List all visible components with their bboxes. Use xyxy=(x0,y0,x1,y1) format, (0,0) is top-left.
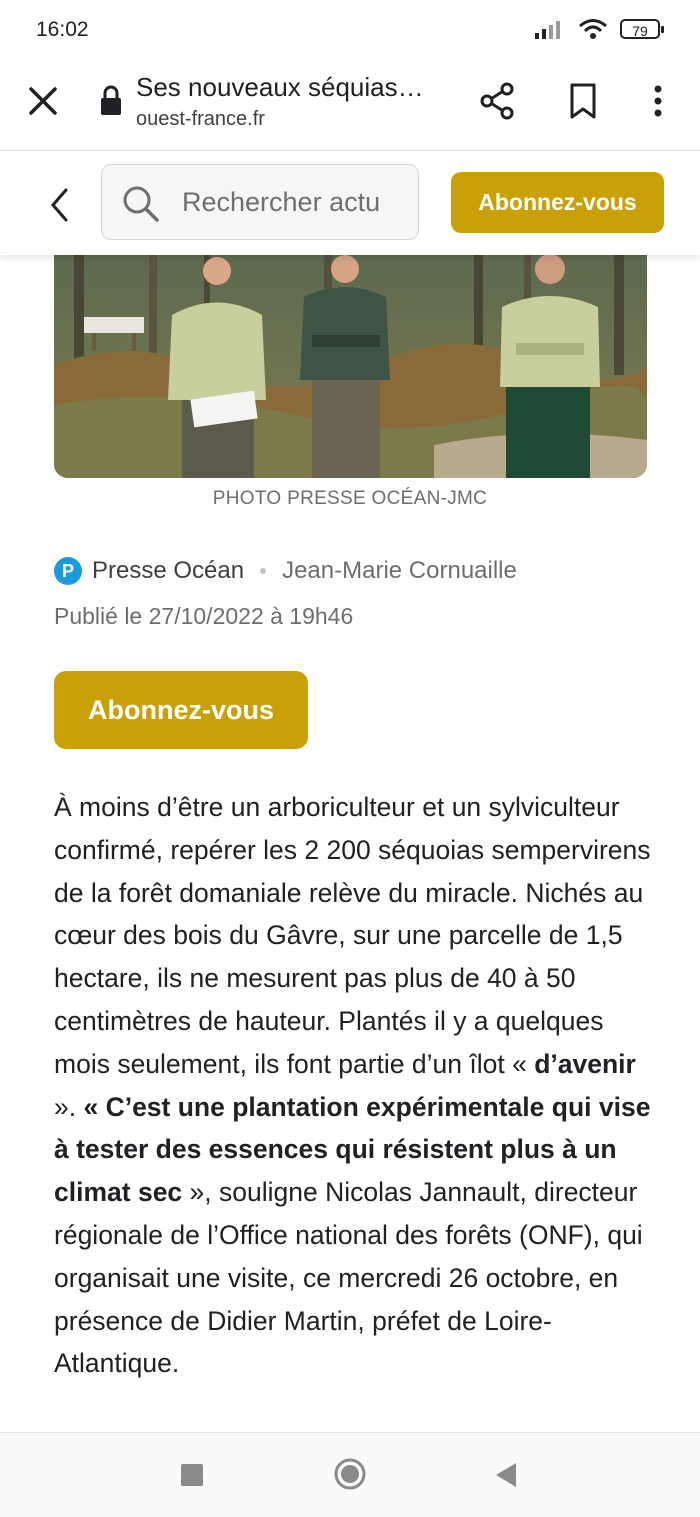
close-icon[interactable] xyxy=(22,80,64,122)
page-domain[interactable]: ouest-france.fr xyxy=(136,108,265,131)
navigation-bar xyxy=(0,1432,700,1517)
recent-apps-icon[interactable] xyxy=(181,1464,203,1486)
status-time: 16:02 xyxy=(36,18,89,41)
article-text: À moins d’être un arboriculteur et un sy… xyxy=(54,792,651,1079)
article-bold-text: d’avenir xyxy=(534,1048,636,1079)
search-icon xyxy=(123,186,159,222)
status-icons: 79 xyxy=(534,18,664,40)
article-text: », souligne Nicolas Jannault, directeur … xyxy=(54,1177,643,1379)
author-name[interactable]: Jean-Marie Cornuaille xyxy=(282,557,517,585)
chevron-left-icon[interactable] xyxy=(44,185,74,225)
lock-icon xyxy=(101,85,121,115)
share-icon[interactable] xyxy=(476,80,518,122)
wifi-icon xyxy=(579,19,607,39)
source-name[interactable]: Presse Océan xyxy=(92,557,244,585)
article-body: À moins d’être un arboriculteur et un sy… xyxy=(54,786,654,1385)
search-placeholder: Rechercher actu xyxy=(182,187,381,217)
status-bar: 16:02 79 xyxy=(0,0,700,62)
article-photo xyxy=(54,255,647,478)
subscribe-button[interactable]: Abonnez-vous xyxy=(54,671,308,749)
page-title[interactable]: Ses nouveaux séquias… xyxy=(136,72,424,103)
bookmark-icon[interactable] xyxy=(562,80,604,122)
header-subscribe-button[interactable]: Abonnez-vous xyxy=(451,172,664,233)
search-input[interactable]: Rechercher actu xyxy=(101,164,419,240)
signal-icon xyxy=(535,21,560,39)
article-text: ». xyxy=(54,1091,84,1122)
home-icon[interactable] xyxy=(334,1458,366,1490)
browser-toolbar: Ses nouveaux séquias… ouest-france.fr xyxy=(0,62,700,151)
battery-icon: 79 xyxy=(620,19,664,39)
site-header: Rechercher actu Abonnez-vous xyxy=(0,151,700,255)
back-triangle-icon[interactable] xyxy=(494,1461,518,1489)
photo-caption: PHOTO PRESSE OCÉAN-JMC xyxy=(212,488,488,509)
article-source-row: P Presse Océan Jean-Marie Cornuaille xyxy=(54,555,517,587)
presse-ocean-logo-icon: P xyxy=(54,557,82,585)
separator-dot xyxy=(260,568,267,574)
published-date: Publié le 27/10/2022 à 19h46 xyxy=(54,603,354,629)
more-options-icon[interactable] xyxy=(640,80,676,122)
